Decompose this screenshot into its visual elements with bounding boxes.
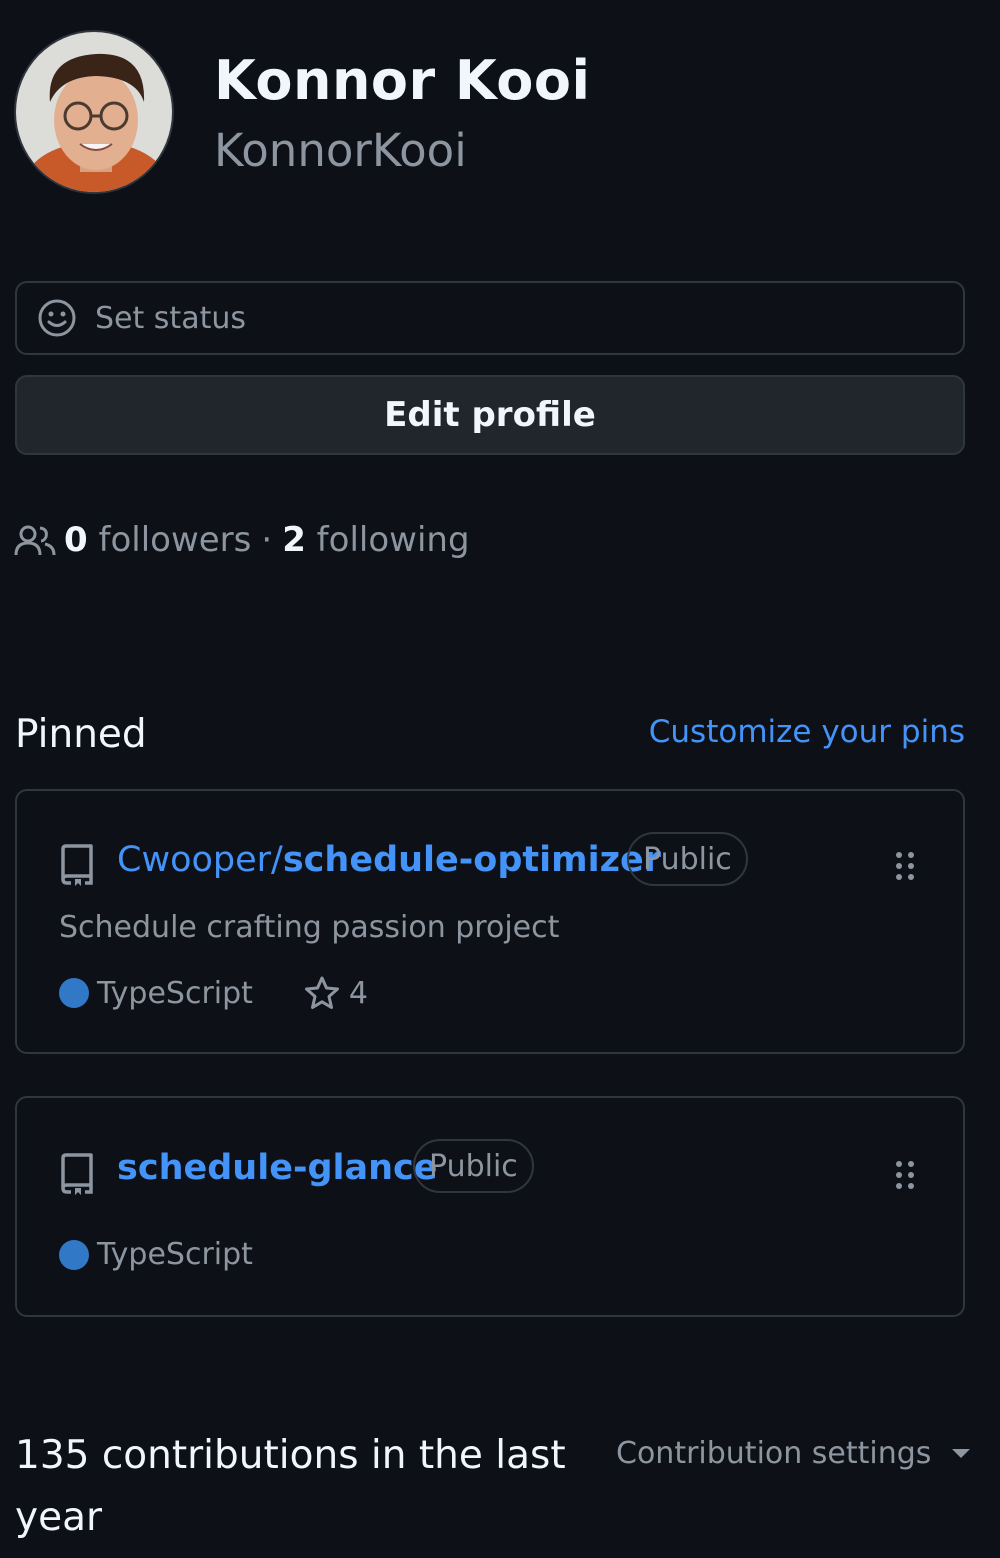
- avatar[interactable]: [14, 30, 174, 194]
- repo-language: TypeScript: [97, 1237, 253, 1272]
- repo-meta: TypeScript: [59, 1237, 253, 1272]
- follow-stats: 0 followers · 2 following: [14, 520, 470, 560]
- people-icon: [14, 525, 56, 556]
- repo-meta: TypeScript 4: [59, 975, 368, 1011]
- language-color-dot: [59, 978, 89, 1008]
- followers-count: 0: [64, 520, 88, 560]
- repo-link[interactable]: schedule-glance: [117, 1151, 438, 1186]
- contribution-settings-label: Contribution settings: [616, 1436, 932, 1471]
- pinned-repo-card: Cwooper/schedule-optimizer Public Schedu…: [15, 789, 965, 1054]
- drag-handle-icon[interactable]: [895, 1160, 915, 1190]
- profile-full-name: Konnor Kooi: [214, 49, 591, 112]
- repo-icon: [61, 844, 93, 886]
- star-icon: [304, 976, 339, 1009]
- visibility-badge: Public: [627, 832, 748, 886]
- repo-name: schedule-glance: [117, 1148, 438, 1188]
- repo-name: schedule-optimizer: [282, 840, 661, 880]
- followers-label: followers: [98, 520, 252, 560]
- repo-owner: Cwooper/: [117, 840, 283, 880]
- drag-handle-icon[interactable]: [895, 851, 915, 881]
- repo-link[interactable]: Cwooper/schedule-optimizer: [117, 843, 661, 878]
- smiley-icon: [38, 299, 76, 337]
- stargazers-link[interactable]: 4: [303, 975, 368, 1011]
- following-link[interactable]: 2 following: [282, 520, 469, 560]
- caret-down-icon: [952, 1448, 971, 1458]
- set-status-button[interactable]: Set status: [15, 281, 965, 355]
- contribution-settings-dropdown[interactable]: Contribution settings: [616, 1436, 971, 1471]
- following-label: following: [316, 520, 470, 560]
- contributions-heading: 135 contributions in the last year: [15, 1433, 566, 1540]
- set-status-label: Set status: [95, 300, 246, 336]
- pinned-repo-card: schedule-glance Public TypeScript: [15, 1096, 965, 1317]
- followers-link[interactable]: 0 followers: [64, 520, 251, 560]
- avatar-photo: [16, 32, 172, 192]
- edit-profile-button[interactable]: Edit profile: [15, 375, 965, 455]
- visibility-badge: Public: [413, 1139, 534, 1193]
- profile-username: KonnorKooi: [214, 124, 467, 177]
- customize-pins-link[interactable]: Customize your pins: [649, 717, 965, 748]
- pinned-heading: Pinned: [15, 712, 147, 757]
- star-count: 4: [348, 975, 369, 1011]
- repo-description: Schedule crafting passion project: [59, 910, 560, 945]
- repo-language: TypeScript: [97, 975, 253, 1011]
- following-count: 2: [282, 520, 306, 560]
- follow-separator: ·: [261, 520, 273, 560]
- language-color-dot: [59, 1239, 89, 1270]
- repo-icon: [61, 1153, 93, 1195]
